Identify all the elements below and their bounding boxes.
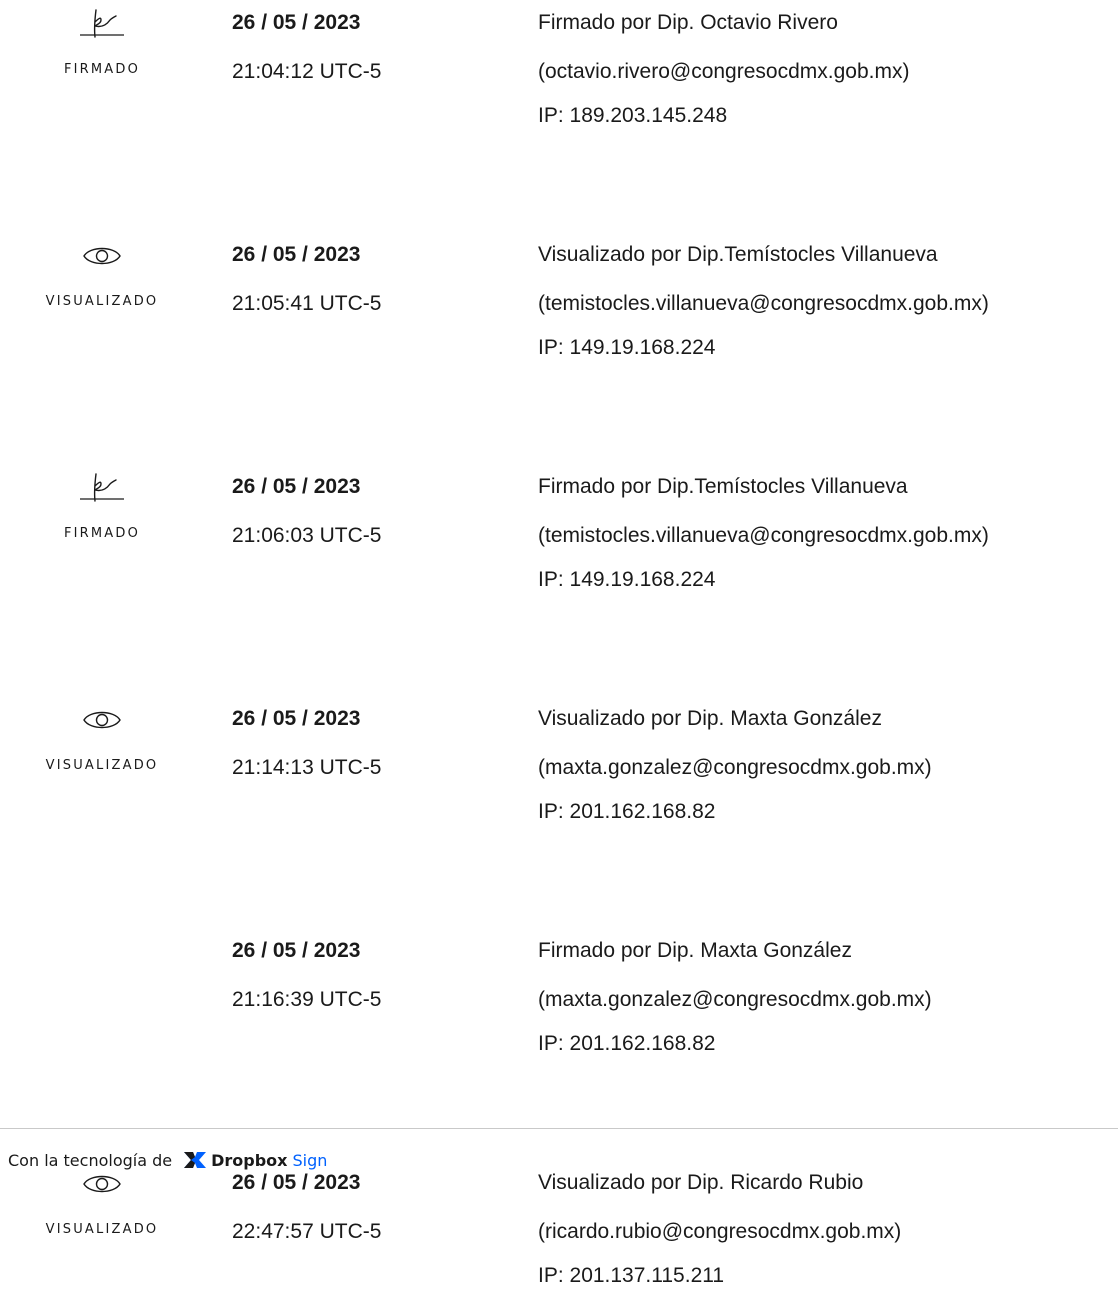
action-indicator: FIRMADO [22,0,182,90]
signature-icon [22,466,182,510]
eye-icon [22,698,182,742]
event-time: 21:04:12 UTC-5 [232,60,382,83]
event-email: (ricardo.rubio@congresocdmx.gob.mx) [538,1220,902,1243]
event-date: 26 / 05 / 2023 [232,475,361,498]
event-description: Visualizado por Dip.Temístocles Villanue… [538,243,938,266]
powered-by-brand: Con la tecnología de Dropbox Sign [8,1149,327,1171]
action-label: VISUALIZADO [45,294,159,309]
brand-name: Dropbox [211,1150,288,1170]
event-email: (temistocles.villanueva@congresocdmx.gob… [538,524,989,547]
brand-product: Sign [292,1150,328,1170]
event-email: (maxta.gonzalez@congresocdmx.gob.mx) [538,756,932,779]
event-ip: IP: 201.162.168.82 [538,1032,716,1055]
audit-entry: FIRMADO 26 / 05 / 2023 21:06:03 UTC-5 Fi… [0,464,1118,604]
event-date: 26 / 05 / 2023 [232,1171,361,1194]
event-ip: IP: 201.137.115.211 [538,1264,725,1287]
audit-entry: FIRMADO 26 / 05 / 2023 21:04:12 UTC-5 Fi… [0,0,1118,140]
event-email: (maxta.gonzalez@congresocdmx.gob.mx) [538,988,932,1011]
event-description: Firmado por Dip.Temístocles Villanueva [538,475,908,498]
event-email: (temistocles.villanueva@congresocdmx.gob… [538,292,989,315]
event-ip: IP: 189.203.145.248 [538,104,728,127]
event-ip: IP: 201.162.168.82 [538,800,716,823]
event-date: 26 / 05 / 2023 [232,243,361,266]
event-time: 21:16:39 UTC-5 [232,988,382,1011]
audit-entry: 26 / 05 / 2023 21:16:39 UTC-5 Firmado po… [0,928,1118,1068]
event-description: Visualizado por Dip. Ricardo Rubio [538,1171,864,1194]
audit-entry: VISUALIZADO 26 / 05 / 2023 21:14:13 UTC-… [0,696,1118,836]
action-indicator: VISUALIZADO [22,232,182,322]
action-indicator: FIRMADO [22,464,182,554]
page-divider [0,1128,1118,1129]
event-ip: IP: 149.19.168.224 [538,336,716,359]
audit-entry: VISUALIZADO 26 / 05 / 2023 22:47:57 UTC-… [0,1160,1118,1300]
event-description: Firmado por Dip. Octavio Rivero [538,11,838,34]
event-time: 21:06:03 UTC-5 [232,524,382,547]
action-label: VISUALIZADO [45,758,159,773]
powered-by-text: Con la tecnología de [8,1150,173,1170]
event-time: 22:47:57 UTC-5 [232,1220,382,1243]
action-label: FIRMADO [63,62,141,77]
action-label: VISUALIZADO [45,1222,159,1237]
event-email: (octavio.rivero@congresocdmx.gob.mx) [538,60,910,83]
event-time: 21:05:41 UTC-5 [232,292,382,315]
signature-icon [22,2,182,46]
event-date: 26 / 05 / 2023 [232,11,361,34]
event-ip: IP: 149.19.168.224 [538,568,716,591]
audit-entry: VISUALIZADO 26 / 05 / 2023 21:05:41 UTC-… [0,232,1118,372]
event-description: Visualizado por Dip. Maxta González [538,707,882,730]
eye-icon [22,234,182,278]
action-indicator: VISUALIZADO [22,696,182,786]
action-indicator: VISUALIZADO [22,1160,182,1250]
event-date: 26 / 05 / 2023 [232,707,361,730]
action-label: FIRMADO [63,526,141,541]
event-date: 26 / 05 / 2023 [232,939,361,962]
dropbox-logo-icon [184,1152,207,1168]
event-description: Firmado por Dip. Maxta González [538,939,852,962]
event-time: 21:14:13 UTC-5 [232,756,382,779]
